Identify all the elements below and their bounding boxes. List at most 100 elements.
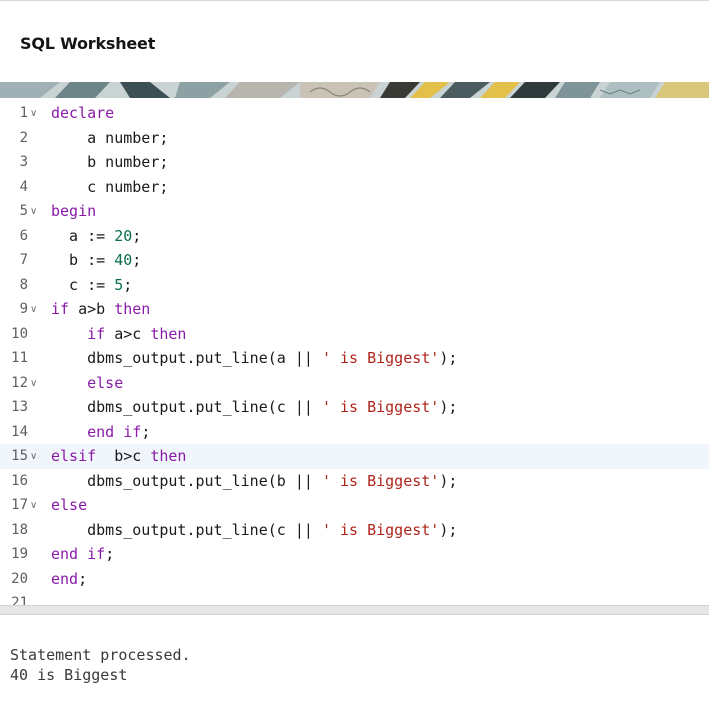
line-number: 10 (11, 325, 28, 342)
code-line[interactable]: 14 end if; (0, 420, 709, 445)
code-text: b := 40; (51, 248, 141, 272)
code-line[interactable]: 13 dbms_output.put_line(c || ' is Bigges… (0, 395, 709, 420)
line-number: 5 (19, 203, 28, 219)
line-number: 2 (19, 129, 28, 146)
number-token: 20 (114, 226, 133, 245)
code-text: dbms_output.put_line(a || ' is Biggest')… (51, 346, 457, 370)
code-token: ; (78, 569, 88, 588)
code-text: a number; (51, 126, 168, 150)
code-editor[interactable]: 1 ∨ declare 2 a number; 3 b number; 4 c numbe… (0, 98, 709, 605)
keyword-token: elsif (51, 447, 97, 465)
worksheet-header: SQL Worksheet (0, 1, 709, 82)
keyword-token: declare (51, 104, 115, 122)
code-token: ); (439, 471, 458, 490)
code-token: a number; (51, 128, 169, 147)
fold-chevron-icon[interactable]: ∨ (30, 499, 37, 513)
code-line[interactable]: 9 ∨ if a>b then (0, 297, 709, 322)
string-token: ' is Biggest' (321, 471, 440, 490)
code-token: b number; (51, 153, 169, 171)
code-token: ; (123, 275, 133, 294)
code-token: ; (132, 251, 142, 269)
code-line[interactable]: 15 ∨ elsif b>c then (0, 444, 709, 469)
code-line[interactable]: 8 c := 5; (0, 273, 709, 298)
line-number: 13 (11, 399, 28, 415)
code-line[interactable]: 16 dbms_output.put_line(b || ' is Bigges… (0, 469, 709, 494)
code-token: ); (439, 349, 458, 367)
output-line: 40 is Biggest (10, 666, 128, 684)
page-title: SQL Worksheet (20, 34, 156, 53)
code-line[interactable]: 10 if a>c then (0, 322, 709, 347)
code-line[interactable]: 18 dbms_output.put_line(c || ' is Bigges… (0, 518, 709, 543)
line-number: 6 (19, 227, 28, 244)
keyword-token: else (87, 373, 124, 392)
code-token: dbms_output.put_line(a || (51, 349, 322, 367)
keyword-token: end if (51, 545, 106, 563)
code-line[interactable]: 21 (0, 591, 709, 605)
keyword-token: end if (87, 422, 142, 441)
fold-chevron-icon[interactable]: ∨ (30, 205, 37, 219)
number-token: 5 (114, 275, 124, 294)
code-text: else (51, 493, 87, 517)
code-line[interactable]: 19 end if; (0, 542, 709, 567)
keyword-token: end (51, 569, 79, 588)
code-token: b := (51, 251, 115, 269)
output-line: Statement processed. (10, 646, 191, 664)
fold-chevron-icon[interactable]: ∨ (30, 450, 37, 464)
fold-chevron-icon[interactable]: ∨ (30, 107, 37, 121)
keyword-token: then (114, 300, 151, 318)
keyword-token: if (87, 324, 106, 343)
number-token: 40 (114, 251, 133, 269)
code-token: dbms_output.put_line(c || (51, 398, 322, 416)
fold-chevron-icon[interactable]: ∨ (30, 303, 37, 317)
code-token: a>c (105, 324, 151, 343)
code-text: dbms_output.put_line(b || ' is Biggest')… (51, 469, 457, 493)
line-number: 18 (11, 521, 28, 538)
code-text: dbms_output.put_line(c || ' is Biggest')… (51, 395, 457, 419)
panel-resize-handle[interactable] (0, 605, 709, 615)
code-line[interactable]: 5 ∨ begin (0, 199, 709, 224)
line-number: 4 (19, 178, 28, 195)
code-text: if a>c then (51, 322, 186, 346)
keyword-token: if (51, 300, 70, 318)
decorative-banner (0, 82, 709, 98)
code-line[interactable]: 4 c number; (0, 175, 709, 200)
code-token: ); (439, 520, 458, 539)
output-panel: Statement processed. 40 is Biggest (0, 615, 709, 704)
code-token: c number; (51, 177, 169, 196)
code-line[interactable]: 20 end; (0, 567, 709, 592)
line-number: 20 (11, 570, 28, 587)
code-line[interactable]: 2 a number; (0, 126, 709, 151)
code-line[interactable]: 12 ∨ else (0, 371, 709, 396)
code-text: b number; (51, 150, 168, 174)
code-token: b>c (96, 447, 151, 465)
line-number: 14 (11, 423, 28, 440)
line-number: 12 (11, 374, 28, 391)
code-text: begin (51, 199, 96, 223)
code-text: end if; (51, 542, 114, 566)
code-line[interactable]: 11 dbms_output.put_line(a || ' is Bigges… (0, 346, 709, 371)
code-line[interactable]: 7 b := 40; (0, 248, 709, 273)
code-text: declare (51, 101, 114, 125)
string-token: ' is Biggest' (321, 398, 440, 416)
code-token: ; (105, 545, 115, 563)
code-line[interactable]: 3 b number; (0, 150, 709, 175)
code-line[interactable]: 6 a := 20; (0, 224, 709, 249)
code-token: c := (51, 275, 115, 294)
line-number: 7 (19, 252, 28, 268)
code-token: a>b (69, 300, 115, 318)
line-number: 15 (11, 448, 28, 464)
code-line[interactable]: 17 ∨ else (0, 493, 709, 518)
line-number: 8 (19, 276, 28, 293)
keyword-token: begin (51, 202, 97, 220)
line-number: 19 (11, 546, 28, 562)
keyword-token: then (150, 324, 187, 343)
line-number: 9 (19, 301, 28, 317)
string-token: ' is Biggest' (321, 349, 440, 367)
code-text: a := 20; (51, 224, 141, 248)
code-line[interactable]: 1 ∨ declare (0, 101, 709, 126)
fold-chevron-icon[interactable]: ∨ (30, 377, 37, 391)
code-text: dbms_output.put_line(c || ' is Biggest')… (51, 518, 457, 542)
